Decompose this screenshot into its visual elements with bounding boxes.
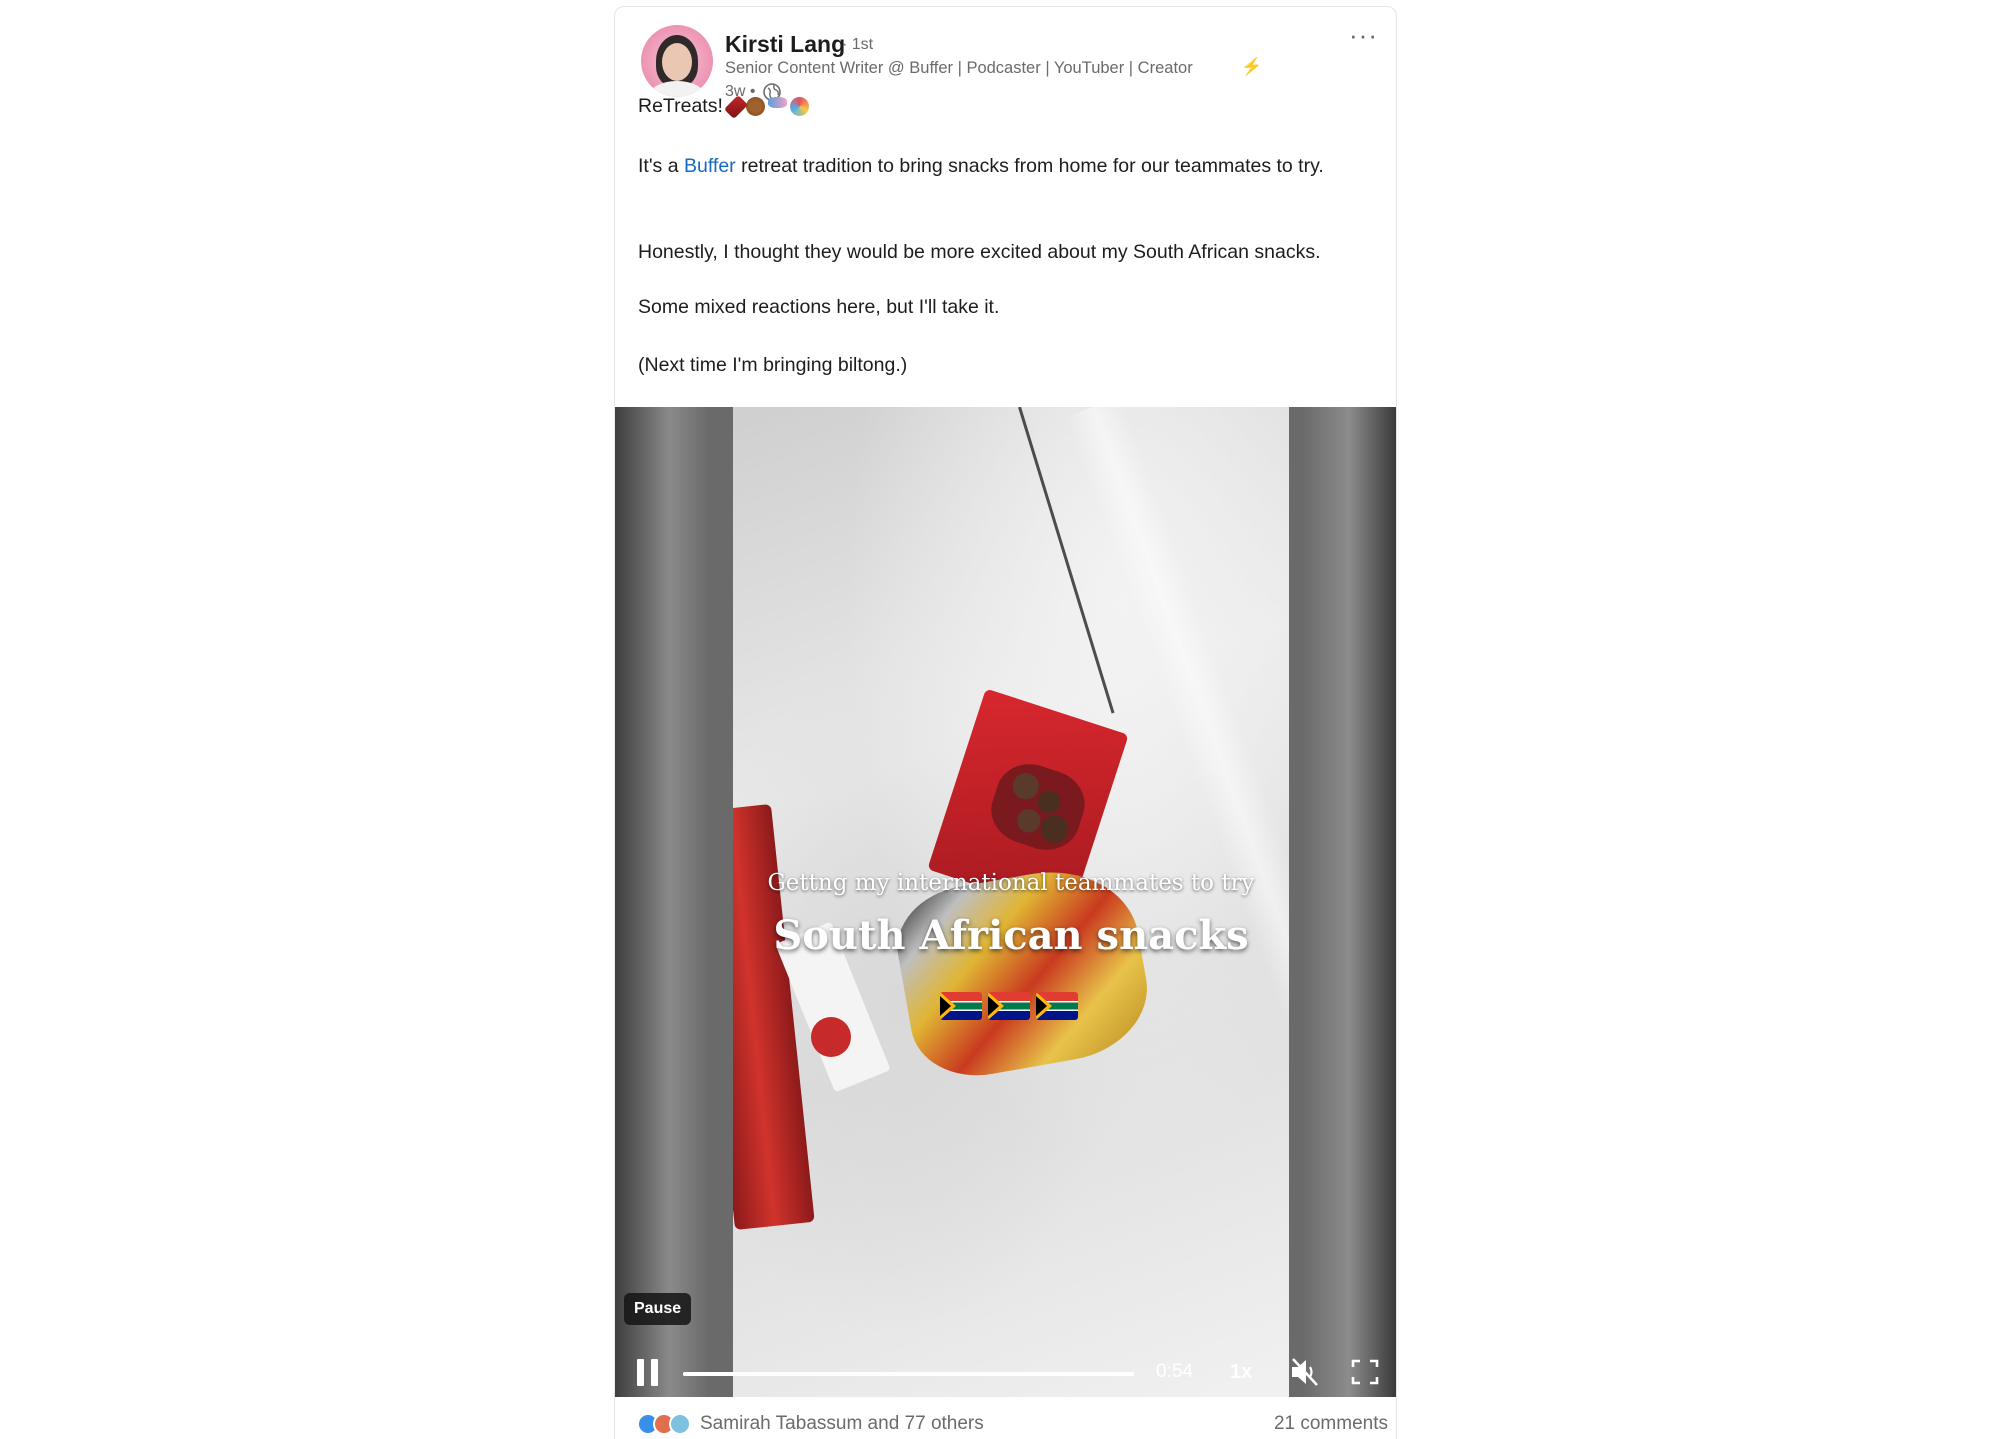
video-caption-subtitle: Gettng my international teammates to try — [767, 870, 1255, 896]
progress-fill — [683, 1372, 1134, 1376]
lightning-bolt-icon: ⚡ — [1241, 57, 1263, 76]
progress-bar[interactable] — [683, 1372, 1134, 1376]
reactors-link[interactable]: Samirah Tabassum and 77 others — [700, 1413, 984, 1435]
video-caption-title: South African snacks — [773, 912, 1249, 959]
post-paragraph-3: Honestly, I thought they would be more e… — [638, 241, 1321, 263]
lollipop-emoji-icon — [789, 96, 809, 116]
muted-speaker-icon[interactable] — [1289, 1357, 1321, 1387]
post-text-line1: ReTreats! — [638, 93, 1378, 120]
red-snack-pack — [733, 803, 815, 1231]
time-remaining: 0:54 — [1156, 1361, 1193, 1382]
south-africa-flag-icon — [940, 992, 982, 1020]
south-africa-flag-icon — [988, 992, 1030, 1020]
pause-tooltip: Pause — [624, 1293, 692, 1325]
author-avatar[interactable] — [641, 25, 713, 97]
snack-emojis — [723, 94, 809, 119]
connection-degree: · 1st — [842, 36, 874, 53]
post-title: ReTreats! — [638, 95, 723, 117]
sweet-emoji-icon — [767, 96, 787, 108]
post-paragraph-5: (Next time I'm bringing biltong.) — [638, 354, 908, 376]
candy-emoji-icon — [723, 94, 748, 119]
post-paragraph-4: Some mixed reactions here, but I'll take… — [638, 296, 1000, 318]
buffer-mention-link[interactable]: Buffer — [684, 155, 736, 177]
south-africa-flag-icon — [1036, 992, 1078, 1020]
video-frame: Gettng my international teammates to try… — [733, 407, 1289, 1397]
flags — [940, 992, 1078, 1020]
social-counts: Samirah Tabassum and 77 others 21 commen… — [615, 1397, 1396, 1439]
support-reaction-icon — [669, 1413, 691, 1435]
video-player[interactable]: Gettng my international teammates to try… — [615, 407, 1396, 1397]
cookie-emoji-icon — [745, 96, 765, 116]
post-card: Kirsti Lang · 1st Senior Content Writer … — [614, 6, 1397, 1439]
post-paragraph-2: It's a Buffer retreat tradition to bring… — [638, 155, 1324, 177]
pause-button[interactable] — [637, 1359, 661, 1387]
more-options-button[interactable]: ··· — [1349, 22, 1378, 48]
reaction-icons[interactable] — [637, 1413, 691, 1435]
fullscreen-icon[interactable] — [1351, 1359, 1379, 1385]
author-name[interactable]: Kirsti Lang — [725, 31, 845, 58]
playback-speed-button[interactable]: 1x — [1230, 1361, 1252, 1384]
video-controls: 0:54 1x — [615, 1345, 1396, 1397]
author-headline: Senior Content Writer @ Buffer | Podcast… — [725, 59, 1193, 77]
comments-link[interactable]: 21 comments — [1274, 1413, 1388, 1435]
